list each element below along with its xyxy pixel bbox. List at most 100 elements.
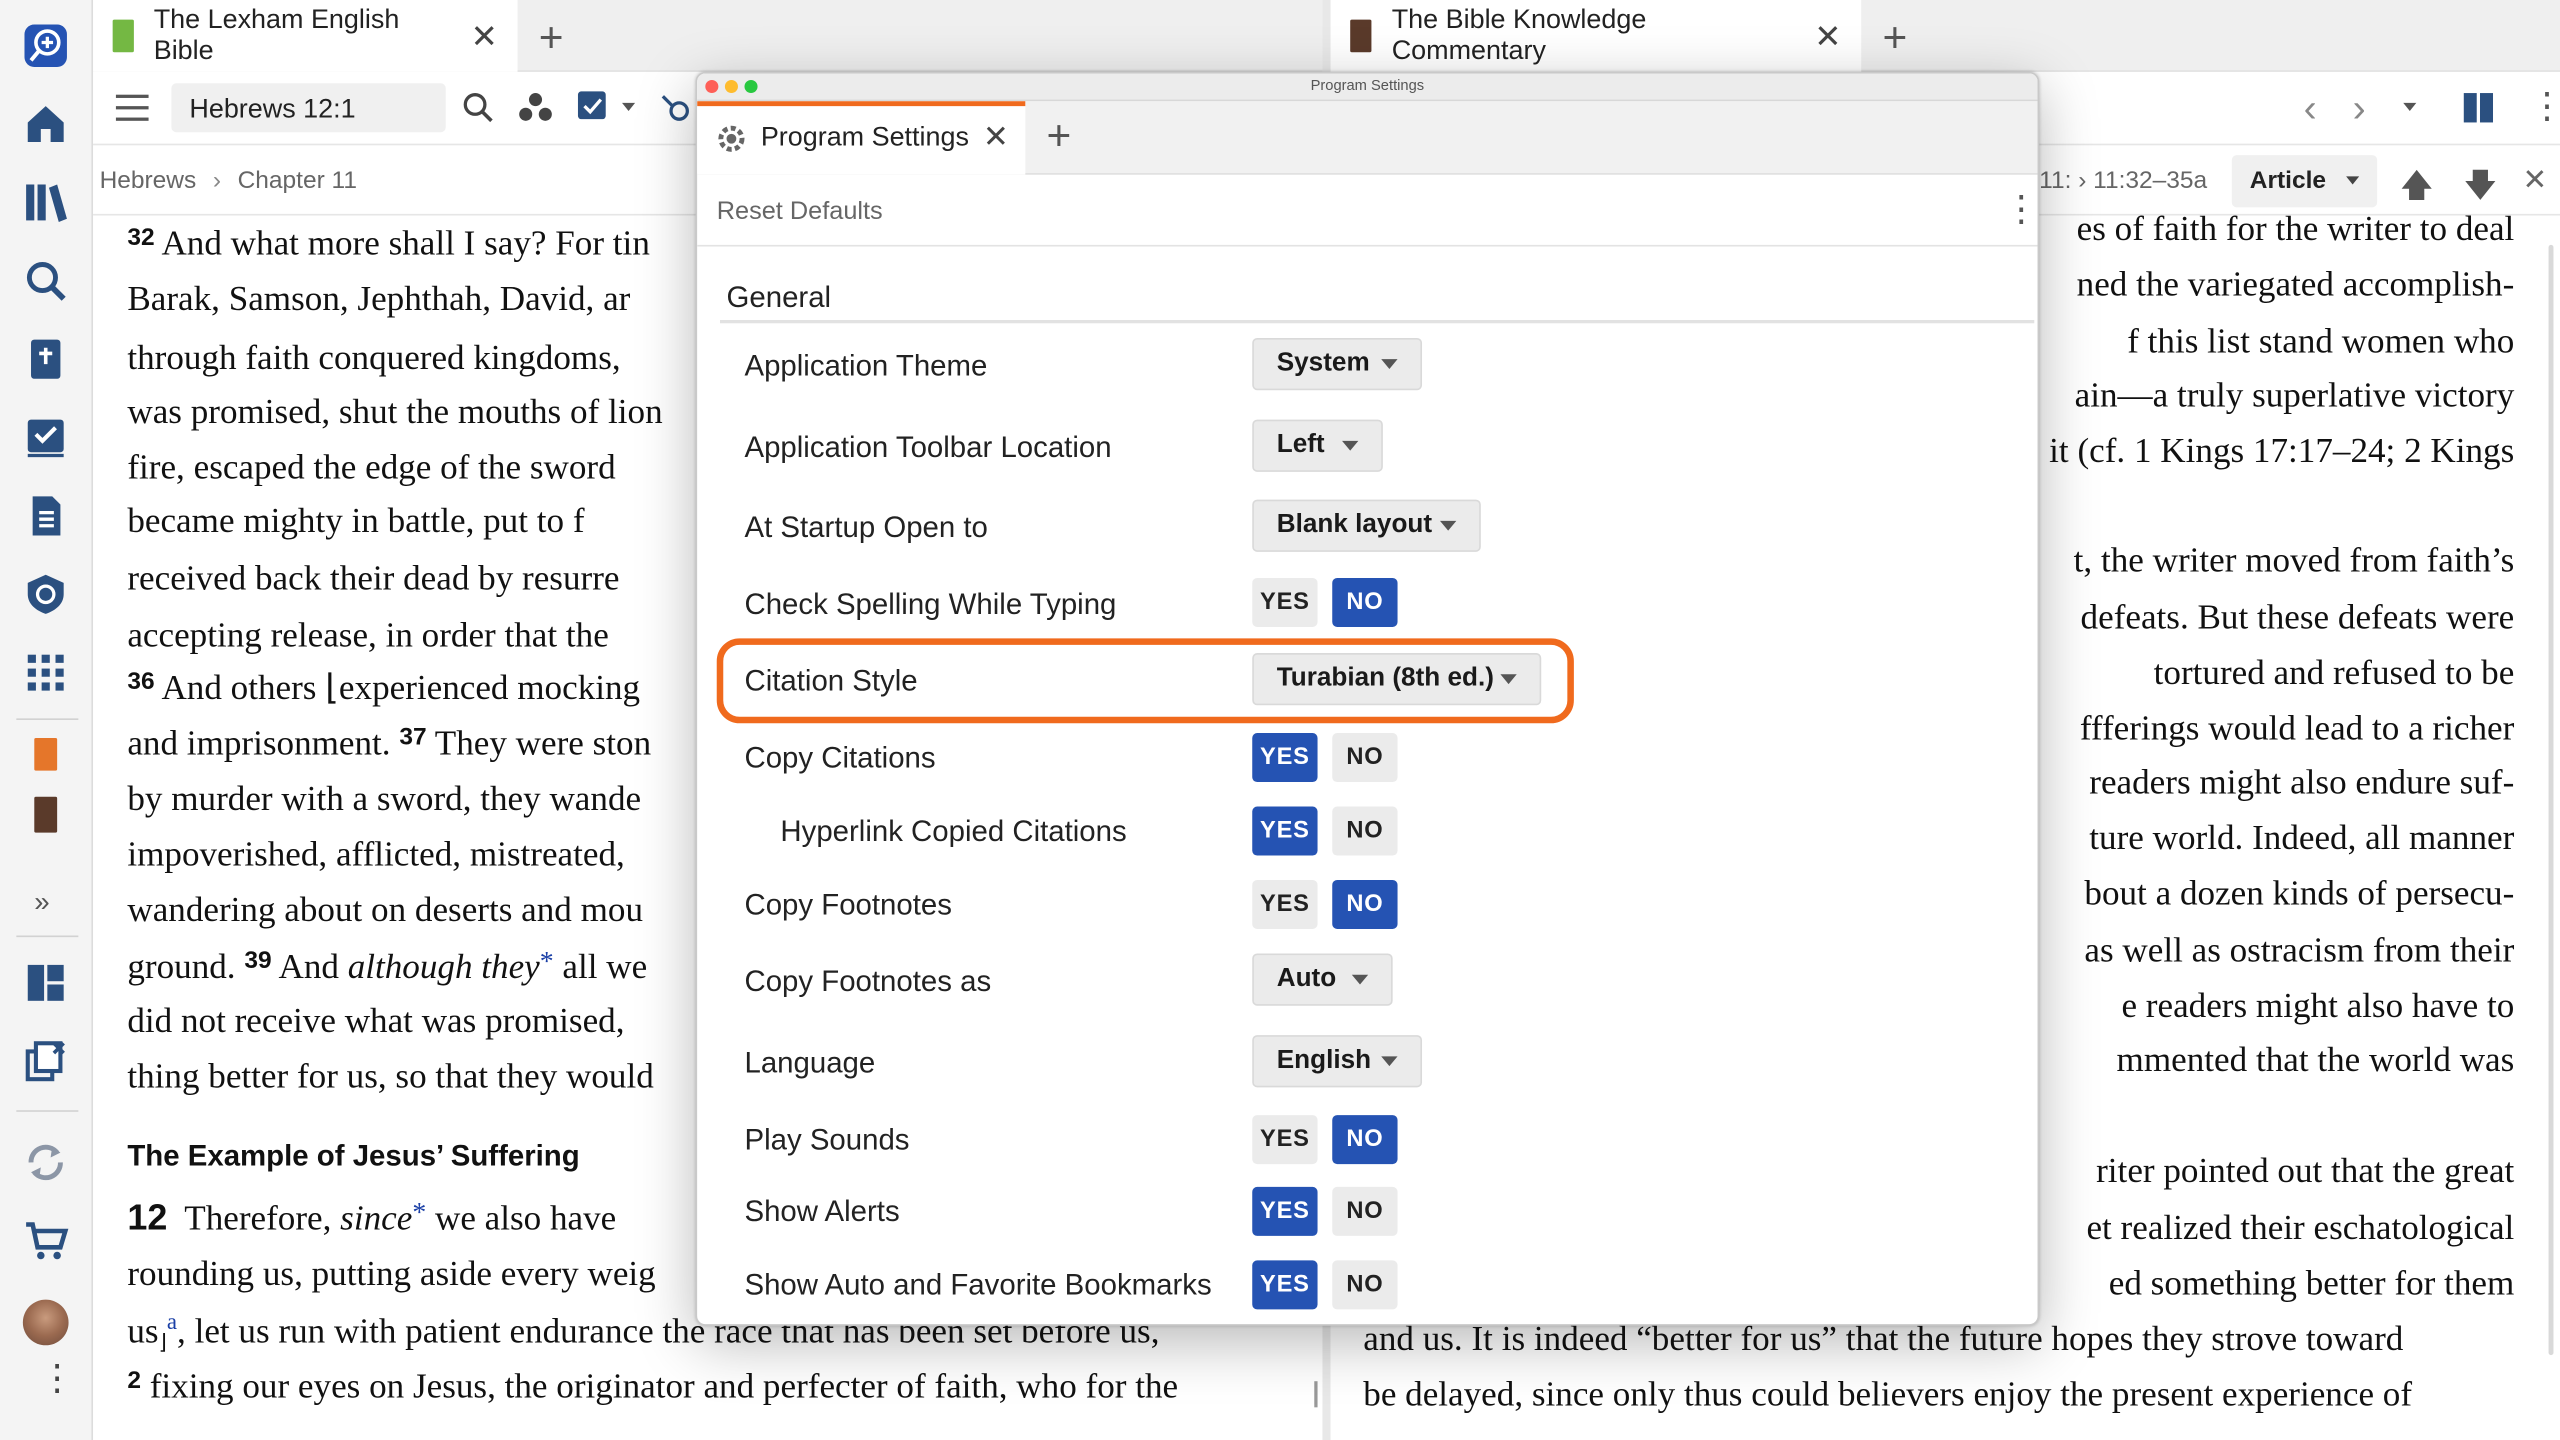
verse-number[interactable]: 32	[127, 224, 154, 252]
yes-option[interactable]: YES	[1252, 733, 1318, 783]
yes-option[interactable]: YES	[1252, 806, 1318, 856]
bible-icon[interactable]	[23, 336, 69, 382]
play-sounds-toggle[interactable]: YES NO	[1252, 1115, 1399, 1165]
menu-icon[interactable]	[115, 94, 149, 121]
scrollbar[interactable]	[1314, 1381, 1318, 1408]
no-option[interactable]: NO	[1332, 806, 1398, 856]
language-dropdown[interactable]: English	[1252, 1035, 1423, 1088]
checklist-icon[interactable]	[23, 415, 69, 461]
yes-option[interactable]: YES	[1252, 1260, 1318, 1310]
hyperlink-citations-toggle[interactable]: YES NO	[1252, 806, 1399, 856]
bible-line: received back their dead by resurre	[127, 558, 620, 598]
bible-line: thing better for us, so that they would	[127, 1056, 654, 1096]
commentary-line: bout a dozen kinds of persecu-	[2084, 873, 2515, 913]
sync-icon[interactable]	[23, 1140, 69, 1186]
tab-lexham-bible[interactable]: The Lexham English Bible ✕	[93, 0, 518, 72]
logos-search-logo-icon[interactable]	[23, 23, 69, 69]
visual-filter-icon[interactable]	[576, 90, 609, 123]
setting-label: Copy Footnotes	[744, 888, 952, 921]
commentary-line: be delayed, since only thus could believ…	[1363, 1374, 2413, 1414]
history-dropdown-icon[interactable]	[2403, 102, 2417, 112]
breadcrumb-book[interactable]: Hebrews	[100, 167, 197, 195]
no-option[interactable]: NO	[1332, 1115, 1398, 1165]
yes-option[interactable]: YES	[1252, 1115, 1318, 1165]
article-dropdown[interactable]: Article	[2231, 155, 2378, 208]
no-option[interactable]: NO	[1332, 879, 1398, 929]
setting-label: Show Auto and Favorite Bookmarks	[744, 1268, 1212, 1302]
new-tab-button[interactable]: +	[1882, 13, 1907, 64]
commentary-thumbnail-icon[interactable]	[34, 796, 58, 833]
yes-option[interactable]: YES	[1252, 1186, 1318, 1236]
bible-line: did not receive what was promised,	[127, 1000, 625, 1040]
translation-note-marker[interactable]: *	[412, 1197, 426, 1228]
parallel-resources-icon[interactable]	[518, 91, 554, 124]
commentary-line: defeats. But these defeats were	[2080, 597, 2515, 637]
reset-defaults-button[interactable]: Reset Defaults	[717, 198, 883, 227]
section-heading: The Example of Jesus’ Suffering	[127, 1139, 580, 1173]
commentary-line: tortured and refused to be	[2153, 653, 2515, 693]
commentary-line: f this list stand women who	[2127, 321, 2515, 361]
setting-label: Show Alerts	[744, 1195, 900, 1228]
footnotes-as-dropdown[interactable]: Auto	[1252, 953, 1393, 1006]
new-tab-button[interactable]: +	[1047, 111, 1072, 162]
no-option[interactable]: NO	[1332, 733, 1398, 783]
citation-style-dropdown[interactable]: Turabian (8th ed.)	[1252, 653, 1542, 706]
panel-menu-icon[interactable]: ⋮	[2529, 85, 2560, 127]
application-theme-dropdown[interactable]: System	[1252, 337, 1423, 391]
verse-number[interactable]: 36	[127, 668, 154, 696]
close-tab-icon[interactable]: ✕	[471, 16, 498, 57]
new-tab-button[interactable]: +	[539, 13, 564, 64]
reference-range[interactable]: 11: › 11:32–35a	[2039, 167, 2207, 195]
close-icon[interactable]: ✕	[2522, 163, 2547, 197]
more-vertical-icon[interactable]: ⋮	[39, 1359, 75, 1395]
forward-icon[interactable]: ›	[2353, 87, 2366, 133]
breadcrumb-chapter[interactable]: Chapter 11	[238, 167, 357, 195]
search-icon[interactable]	[462, 91, 495, 124]
filter-dropdown-caret-icon[interactable]	[622, 102, 636, 112]
gear-icon	[718, 125, 745, 152]
split-panel-icon[interactable]	[2463, 93, 2494, 123]
avatar[interactable]	[22, 1299, 69, 1346]
apps-grid-icon[interactable]	[23, 650, 69, 696]
spelling-toggle[interactable]: YES NO	[1252, 577, 1399, 627]
link-set-icon[interactable]	[660, 91, 696, 124]
scrollbar[interactable]	[2548, 244, 2554, 1356]
search-icon[interactable]	[23, 258, 69, 304]
no-option[interactable]: NO	[1332, 1260, 1398, 1310]
book-thumbnail-icon[interactable]	[34, 737, 58, 771]
expand-chevrons-icon[interactable]: »	[34, 887, 49, 920]
tab-program-settings[interactable]: Program Settings ✕	[697, 101, 1026, 175]
layouts-icon[interactable]	[23, 960, 69, 1006]
yes-option[interactable]: YES	[1252, 879, 1318, 929]
bible-line: 36 And others ⌊experienced mocking	[127, 667, 641, 707]
shield-icon[interactable]	[23, 571, 69, 617]
back-icon[interactable]: ‹	[2304, 87, 2317, 133]
setting-label: Copy Citations	[744, 741, 936, 774]
breadcrumb: Hebrews › Chapter 11	[99, 166, 357, 195]
no-option[interactable]: NO	[1332, 1186, 1398, 1236]
setting-label: Hyperlink Copied Citations	[780, 814, 1127, 848]
close-tab-icon[interactable]: ✕	[1814, 16, 1841, 57]
document-icon[interactable]	[23, 493, 69, 539]
close-tab-icon[interactable]: ✕	[983, 119, 1009, 157]
yes-option[interactable]: YES	[1252, 577, 1318, 627]
reference-input[interactable]: Hebrews 12:1	[171, 83, 446, 133]
translation-note-marker[interactable]: *	[540, 945, 554, 976]
bible-line: became mighty in battle, put to f	[127, 501, 585, 541]
show-alerts-toggle[interactable]: YES NO	[1252, 1186, 1399, 1236]
bookmarks-toggle[interactable]: YES NO	[1252, 1260, 1399, 1310]
copy-footnotes-toggle[interactable]: YES NO	[1252, 879, 1399, 929]
window-title: Program Settings	[1310, 76, 1425, 94]
startup-dropdown[interactable]: Blank layout	[1252, 499, 1481, 552]
clipboard-close-icon[interactable]	[23, 1038, 69, 1084]
verse-number[interactable]: 39	[244, 947, 271, 975]
home-icon[interactable]	[23, 101, 69, 147]
verse-number[interactable]: 37	[399, 723, 426, 751]
no-option[interactable]: NO	[1332, 577, 1398, 627]
more-options-icon[interactable]: ⋮	[2003, 188, 2037, 230]
cart-icon[interactable]	[23, 1218, 69, 1264]
copy-citations-toggle[interactable]: YES NO	[1252, 733, 1399, 783]
tab-bible-knowledge-commentary[interactable]: The Bible Knowledge Commentary ✕	[1330, 0, 1862, 72]
toolbar-location-dropdown[interactable]: Left	[1252, 419, 1383, 472]
library-icon[interactable]	[23, 180, 69, 226]
